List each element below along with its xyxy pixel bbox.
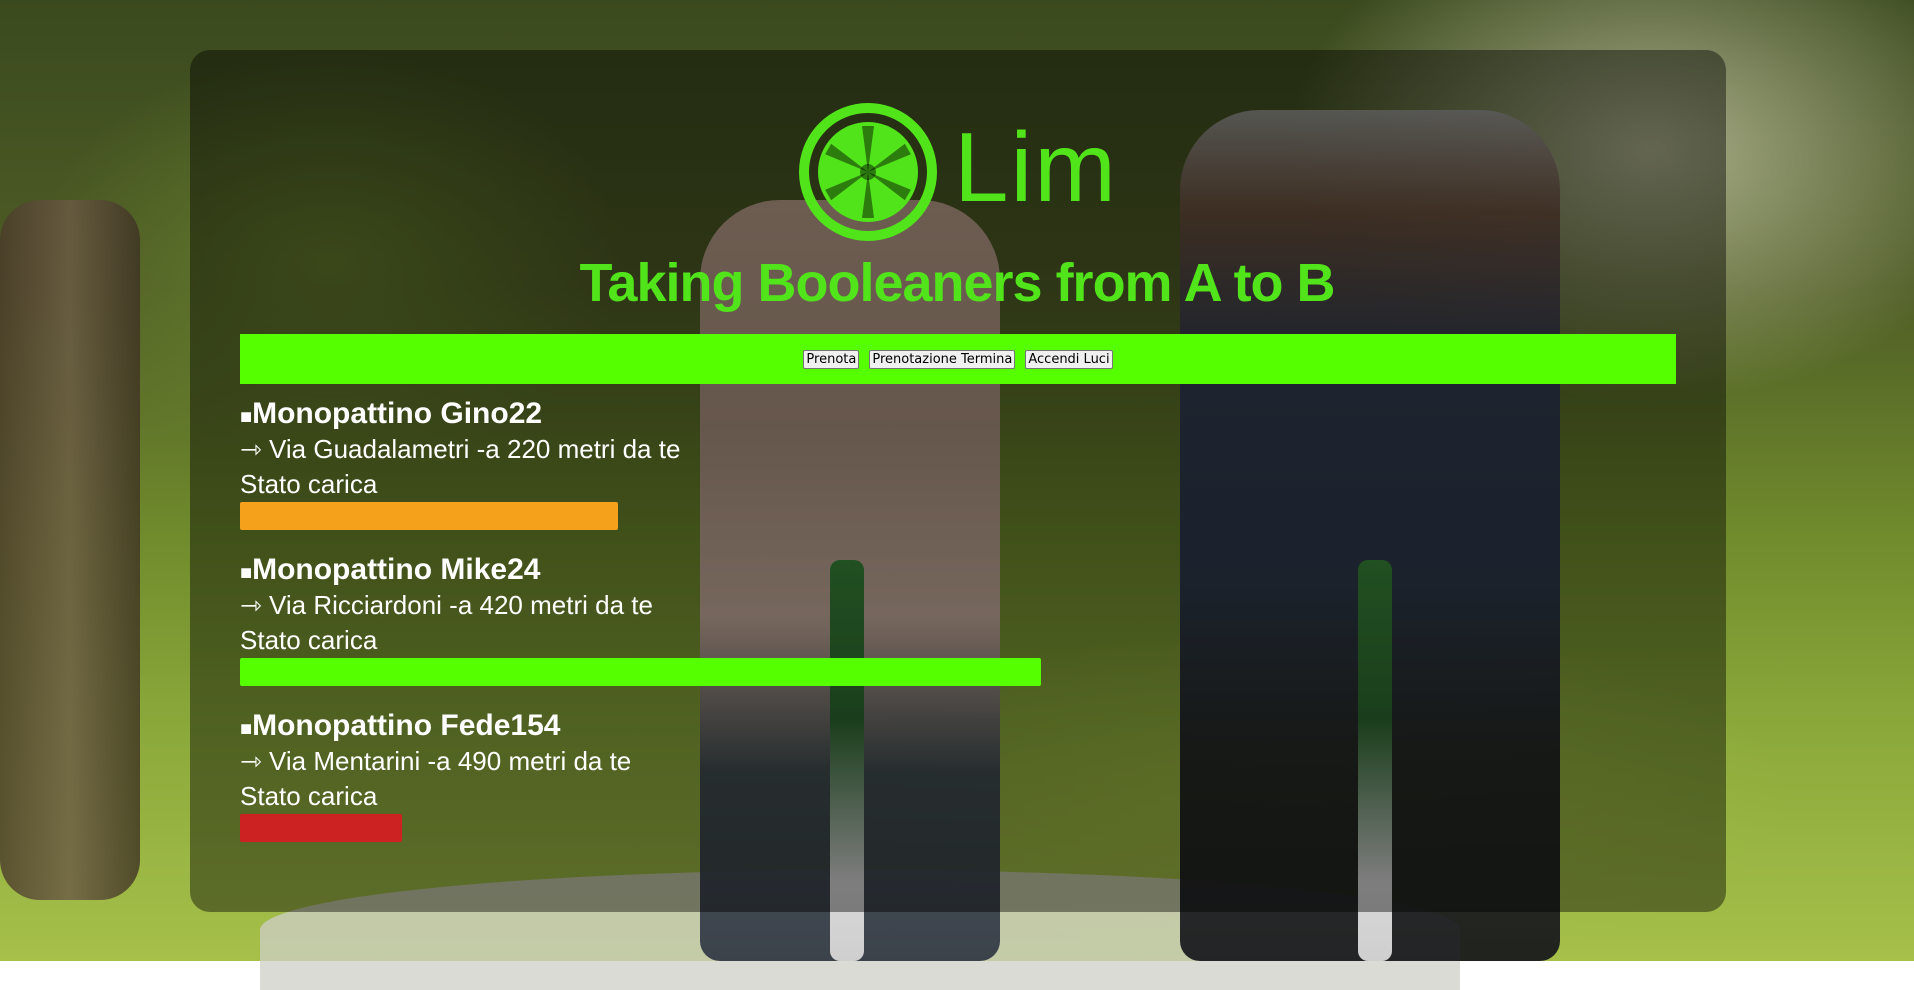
scooter-name: ■Monopattino Fede154 xyxy=(240,708,1140,744)
bullet-icon: ■ xyxy=(240,406,253,428)
scooter-name: ■Monopattino Mike24 xyxy=(240,552,1140,588)
brand-wordmark: Lim xyxy=(954,112,1118,222)
page-tagline: Taking Booleaners from A to B xyxy=(579,253,1335,313)
charge-bar xyxy=(240,502,618,530)
book-button[interactable]: Prenota xyxy=(803,349,860,369)
bullet-icon: ■ xyxy=(240,718,253,740)
charge-label: Stato carica xyxy=(240,469,378,499)
scooter-location: ⇾ Via Guadalametri -a 220 metri da te xyxy=(240,434,681,464)
scooter-name-text: Monopattino Gino22 xyxy=(252,397,543,430)
action-bar: Prenota Prenotazione Termina Accendi Luc… xyxy=(240,334,1676,384)
scooter-item[interactable]: ■Monopattino Mike24 ⇾ Via Ricciardoni -a… xyxy=(240,552,1140,708)
lime-wheel-icon xyxy=(799,103,937,241)
scooter-name: ■Monopattino Gino22 xyxy=(240,396,1140,432)
charge-label: Stato carica xyxy=(240,625,378,655)
scooter-name-text: Monopattino Fede154 xyxy=(252,709,561,742)
scooter-item[interactable]: ■Monopattino Fede154 ⇾ Via Mentarini -a … xyxy=(240,708,1140,864)
charge-bar xyxy=(240,658,1041,686)
scooter-location: ⇾ Via Mentarini -a 490 metri da te xyxy=(240,746,632,776)
charge-bar xyxy=(240,814,402,842)
bullet-icon: ■ xyxy=(240,562,253,584)
scooter-name-text: Monopattino Mike24 xyxy=(252,553,541,586)
end-booking-button[interactable]: Prenotazione Termina xyxy=(869,349,1016,369)
scooter-item[interactable]: ■Monopattino Gino22 ⇾ Via Guadalametri -… xyxy=(240,396,1140,552)
charge-label: Stato carica xyxy=(240,781,378,811)
lights-on-button[interactable]: Accendi Luci xyxy=(1025,349,1113,369)
scooter-list: ■Monopattino Gino22 ⇾ Via Guadalametri -… xyxy=(240,396,1140,864)
scooter-location: ⇾ Via Ricciardoni -a 420 metri da te xyxy=(240,590,653,620)
